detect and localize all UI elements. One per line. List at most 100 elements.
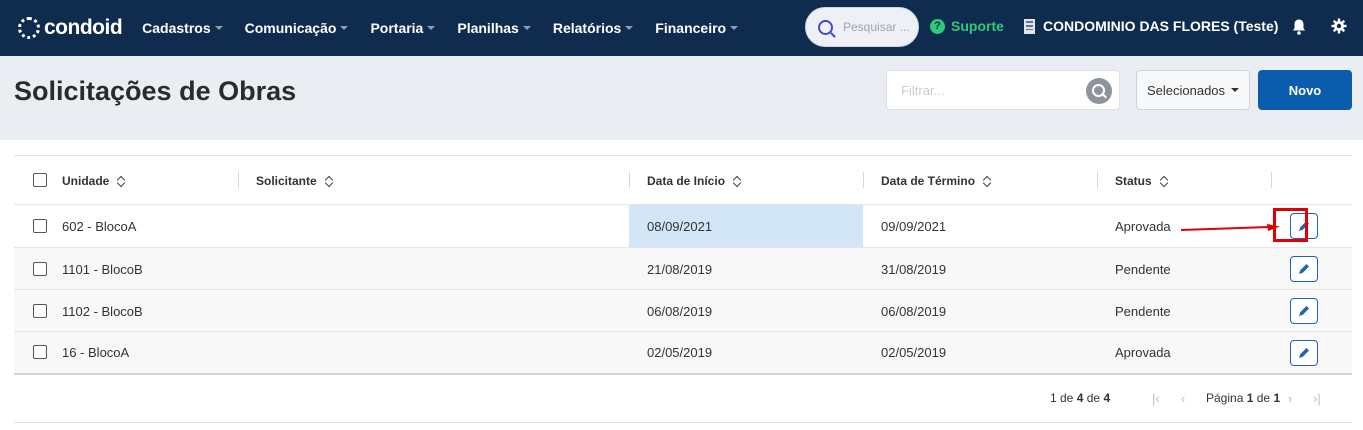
page-header: Solicitações de Obras Selecionados Novo <box>0 56 1363 140</box>
range-count: 4 <box>1076 391 1084 405</box>
question-circle-icon: ? <box>930 18 945 34</box>
selected-label: Selecionados <box>1146 82 1226 98</box>
cell-end-date: 02/05/2019 <box>881 345 947 360</box>
sort-icon <box>325 176 334 187</box>
pencil-icon <box>1299 348 1309 358</box>
column-divider <box>1097 172 1098 188</box>
condominium-selector[interactable]: CONDOMINIO DAS FLORES (Teste) <box>1024 18 1278 34</box>
table-row[interactable]: 602 - BlocoA 08/09/2021 09/09/2021 Aprov… <box>14 205 1352 248</box>
cell-unit: 1102 - BlocoB <box>62 304 143 319</box>
previous-page-icon[interactable]: ‹ <box>1181 391 1185 406</box>
row-checkbox[interactable] <box>33 219 47 233</box>
column-header-data-inicio[interactable]: Data de Início <box>647 174 742 188</box>
chevron-down-icon <box>730 26 739 30</box>
column-divider <box>863 172 864 188</box>
range-prefix: 1 de <box>1050 391 1074 405</box>
cell-start-date: 06/08/2019 <box>647 304 713 319</box>
top-navbar: condoid Cadastros Comunicação Portaria P… <box>0 0 1363 56</box>
select-all-checkbox[interactable] <box>33 173 47 187</box>
menu-label: Relatórios <box>552 20 622 36</box>
annotation-highlight-box <box>1273 208 1308 242</box>
selected-actions-dropdown[interactable]: Selecionados <box>1136 70 1250 110</box>
edit-button[interactable] <box>1290 256 1318 282</box>
gear-icon[interactable] <box>1331 18 1347 34</box>
logo[interactable]: condoid <box>18 16 123 40</box>
page-prefix: Página <box>1206 391 1244 405</box>
row-checkbox[interactable] <box>33 304 47 318</box>
support-label: Suporte <box>951 18 1004 34</box>
column-header-data-termino[interactable]: Data de Término <box>881 174 992 188</box>
logo-text: condoid <box>44 16 123 39</box>
cell-unit: 1101 - BlocoB <box>62 262 143 277</box>
row-checkbox[interactable] <box>33 262 47 276</box>
edit-button[interactable] <box>1290 298 1318 324</box>
sort-icon <box>117 176 126 187</box>
menu-label: Comunicação <box>244 20 337 36</box>
cell-start-date: 08/09/2021 <box>647 219 713 234</box>
menu-item-cadastros[interactable]: Cadastros <box>142 20 223 36</box>
column-header-unidade[interactable]: Unidade <box>62 174 126 188</box>
requests-table: Unidade Solicitante Data de Início Data … <box>14 155 1352 423</box>
cell-end-date: 09/09/2021 <box>881 219 947 234</box>
menu-label: Portaria <box>370 20 424 36</box>
table-row[interactable]: 16 - BlocoA 02/05/2019 02/05/2019 Aprova… <box>14 332 1352 373</box>
table-footer-border <box>14 373 1352 375</box>
chevron-down-icon <box>214 26 223 30</box>
cell-start-date: 21/08/2019 <box>647 262 713 277</box>
table-header: Unidade Solicitante Data de Início Data … <box>14 156 1352 205</box>
column-label: Unidade <box>62 174 110 188</box>
page-indicator: Página 1 de 1 <box>1206 391 1280 405</box>
annotation-arrow-icon <box>1181 224 1280 231</box>
cell-status: Aprovada <box>1115 219 1171 234</box>
edit-button[interactable] <box>1290 340 1318 366</box>
bottom-divider <box>14 422 1352 423</box>
support-link[interactable]: ? Suporte <box>930 18 1004 34</box>
column-divider <box>629 172 630 188</box>
row-checkbox[interactable] <box>33 345 47 359</box>
menu-item-planilhas[interactable]: Planilhas <box>457 20 531 36</box>
column-label: Status <box>1115 174 1152 188</box>
sort-icon <box>1160 176 1169 187</box>
search-placeholder: Pesquisar ... <box>843 20 910 34</box>
cell-end-date: 06/08/2019 <box>881 304 947 319</box>
bell-icon[interactable] <box>1291 18 1307 36</box>
chevron-down-icon <box>522 26 531 30</box>
range-mid: de <box>1086 391 1101 405</box>
table-row[interactable]: 1102 - BlocoB 06/08/2019 06/08/2019 Pend… <box>14 290 1352 332</box>
menu-item-financeiro[interactable]: Financeiro <box>655 20 739 36</box>
chevron-down-icon <box>625 26 634 30</box>
cell-end-date: 31/08/2019 <box>881 262 947 277</box>
page-total: 1 <box>1273 391 1281 405</box>
menu-item-relatorios[interactable]: Relatórios <box>552 20 634 36</box>
search-icon[interactable] <box>1086 78 1112 104</box>
first-page-icon[interactable]: |‹ <box>1152 391 1160 406</box>
filter-input[interactable] <box>887 71 1067 109</box>
sort-icon <box>983 176 992 187</box>
filter-field[interactable] <box>886 70 1120 110</box>
cell-start-date: 02/05/2019 <box>647 345 713 360</box>
chevron-down-icon <box>340 26 349 30</box>
table-row[interactable]: 1101 - BlocoB 21/08/2019 31/08/2019 Pend… <box>14 248 1352 290</box>
next-page-icon[interactable]: › <box>1288 391 1292 406</box>
menu-item-portaria[interactable]: Portaria <box>370 20 436 36</box>
column-label: Data de Início <box>647 174 726 188</box>
sort-icon <box>733 176 742 187</box>
column-label: Solicitante <box>256 174 317 188</box>
column-header-solicitante[interactable]: Solicitante <box>256 174 334 188</box>
global-search-input[interactable]: Pesquisar ... <box>805 7 919 47</box>
column-divider <box>238 172 239 188</box>
pencil-icon <box>1299 264 1309 274</box>
building-icon <box>1024 18 1035 34</box>
page-mid: de <box>1256 391 1271 405</box>
last-page-icon[interactable]: ›| <box>1313 391 1321 406</box>
condoid-logo-icon <box>18 17 40 39</box>
cell-unit: 16 - BlocoA <box>62 345 130 360</box>
new-button[interactable]: Novo <box>1258 70 1352 110</box>
caret-down-icon <box>1231 88 1240 92</box>
column-header-status[interactable]: Status <box>1115 174 1169 188</box>
cell-unit: 602 - BlocoA <box>62 219 137 234</box>
menu-item-comunicacao[interactable]: Comunicação <box>245 20 349 36</box>
search-icon <box>818 19 833 35</box>
cell-status: Pendente <box>1115 304 1171 319</box>
chevron-down-icon <box>427 26 436 30</box>
